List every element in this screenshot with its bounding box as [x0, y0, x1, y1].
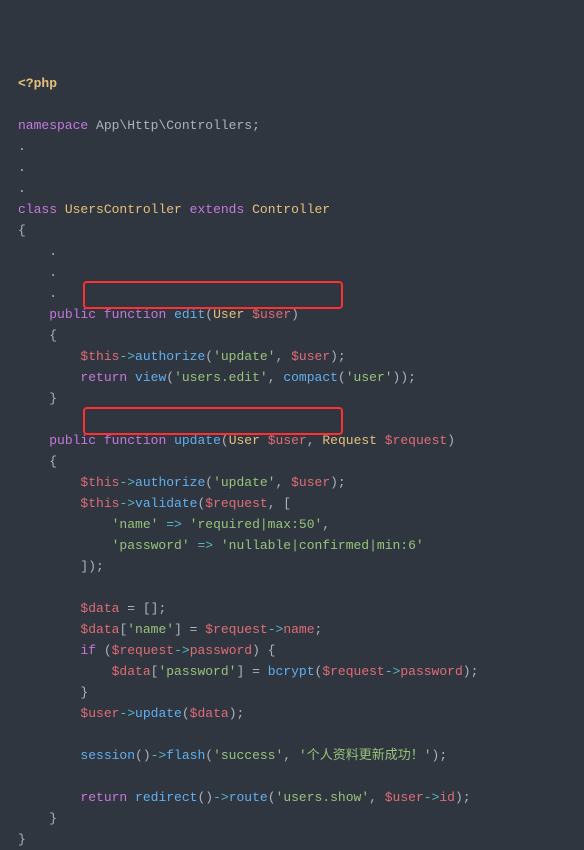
return-kw: return: [80, 370, 127, 385]
class-kw: class: [18, 202, 57, 217]
view-fn: view: [135, 370, 166, 385]
str-update: 'update': [213, 349, 275, 364]
arrow-op: ->: [385, 664, 401, 679]
pw-prop: password: [400, 664, 462, 679]
str-password: 'password': [158, 664, 236, 679]
name-prop: name: [283, 622, 314, 637]
this-var: $this: [80, 475, 119, 490]
parent-class: Controller: [252, 202, 330, 217]
str-pw-rule: 'nullable|confirmed|min:6': [221, 538, 424, 553]
request-var: $request: [205, 622, 267, 637]
arrow-op: ->: [174, 643, 190, 658]
user-var: $user: [385, 790, 424, 805]
data-var: $data: [80, 601, 119, 616]
ellipsis-dot: .: [18, 181, 26, 196]
request-var: $request: [385, 433, 447, 448]
str-users-edit: 'users.edit': [174, 370, 268, 385]
this-var: $this: [80, 349, 119, 364]
namespace-val: App\Http\Controllers: [96, 118, 252, 133]
request-var: $request: [112, 643, 174, 658]
edit-fn: edit: [174, 307, 205, 322]
this-var: $this: [80, 496, 119, 511]
fat-arrow: =>: [197, 538, 213, 553]
ellipsis-dot: .: [49, 286, 57, 301]
user-type: User: [229, 433, 260, 448]
request-var: $request: [205, 496, 267, 511]
ellipsis-dot: .: [49, 265, 57, 280]
arrow-op: ->: [424, 790, 440, 805]
user-var: $user: [291, 475, 330, 490]
arrow-op: ->: [268, 622, 284, 637]
route-fn: route: [229, 790, 268, 805]
highlight-box-1: [83, 281, 343, 309]
flash-fn: flash: [166, 748, 205, 763]
authorize-fn: authorize: [135, 475, 205, 490]
user-var: $user: [291, 349, 330, 364]
user-var: $user: [268, 433, 307, 448]
request-var: $request: [322, 664, 384, 679]
arrow-op: ->: [119, 349, 135, 364]
ellipsis-dot: .: [18, 139, 26, 154]
authorize-fn: authorize: [135, 349, 205, 364]
function-kw: function: [104, 433, 166, 448]
str-name: 'name': [112, 517, 159, 532]
ellipsis-dot: .: [18, 160, 26, 175]
if-kw: if: [80, 643, 96, 658]
arrow-op: ->: [151, 748, 167, 763]
user-type: User: [213, 307, 244, 322]
extends-kw: extends: [190, 202, 245, 217]
function-kw: function: [104, 307, 166, 322]
session-fn: session: [80, 748, 135, 763]
str-name: 'name': [127, 622, 174, 637]
data-var: $data: [190, 706, 229, 721]
str-users-show: 'users.show': [276, 790, 370, 805]
compact-fn: compact: [283, 370, 338, 385]
public-kw: public: [49, 307, 96, 322]
namespace-kw: namespace: [18, 118, 88, 133]
str-name-rule: 'required|max:50': [190, 517, 323, 532]
arrow-op: ->: [119, 475, 135, 490]
str-user: 'user': [346, 370, 393, 385]
update-method: update: [135, 706, 182, 721]
data-var: $data: [112, 664, 151, 679]
ellipsis-dot: .: [49, 244, 57, 259]
public-kw: public: [49, 433, 96, 448]
fat-arrow: =>: [166, 517, 182, 532]
data-var: $data: [80, 622, 119, 637]
str-password: 'password': [112, 538, 190, 553]
code-block: <?php namespace App\Http\Controllers; . …: [18, 10, 566, 850]
arrow-op: ->: [119, 706, 135, 721]
pw-prop: password: [190, 643, 252, 658]
return-kw: return: [80, 790, 127, 805]
user-var: $user: [80, 706, 119, 721]
str-update: 'update': [213, 475, 275, 490]
update-fn: update: [174, 433, 221, 448]
class-name: UsersController: [65, 202, 182, 217]
empty-arr: []: [143, 601, 159, 616]
validate-fn: validate: [135, 496, 197, 511]
user-var: $user: [252, 307, 291, 322]
redirect-fn: redirect: [135, 790, 197, 805]
highlight-box-2: [83, 407, 343, 435]
str-success: 'success': [213, 748, 283, 763]
request-type: Request: [322, 433, 377, 448]
arrow-op: ->: [119, 496, 135, 511]
str-success-msg: '个人资料更新成功！': [299, 748, 432, 763]
id-prop: id: [439, 790, 455, 805]
arrow-op: ->: [213, 790, 229, 805]
bcrypt-fn: bcrypt: [268, 664, 315, 679]
php-open-tag: <?php: [18, 76, 57, 91]
